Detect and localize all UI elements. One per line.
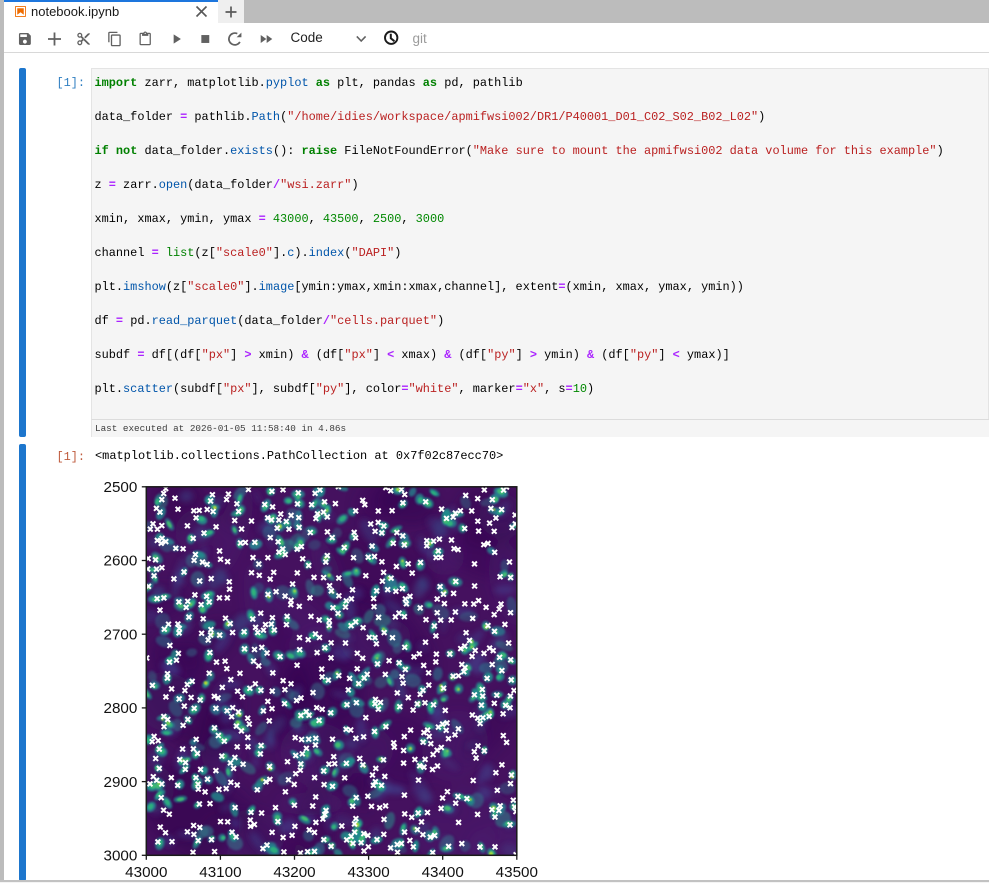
svg-text:43400: 43400 bbox=[422, 864, 464, 881]
svg-text:2700: 2700 bbox=[104, 626, 138, 643]
svg-text:43300: 43300 bbox=[347, 864, 389, 881]
svg-text:43100: 43100 bbox=[199, 864, 241, 881]
svg-text:43500: 43500 bbox=[496, 864, 538, 881]
svg-text:2600: 2600 bbox=[104, 553, 138, 570]
svg-text:2800: 2800 bbox=[104, 700, 138, 717]
svg-text:43000: 43000 bbox=[125, 864, 167, 881]
svg-text:43200: 43200 bbox=[273, 864, 315, 881]
svg-text:2900: 2900 bbox=[104, 774, 138, 791]
svg-text:2500: 2500 bbox=[104, 479, 138, 496]
svg-text:3000: 3000 bbox=[104, 848, 138, 865]
